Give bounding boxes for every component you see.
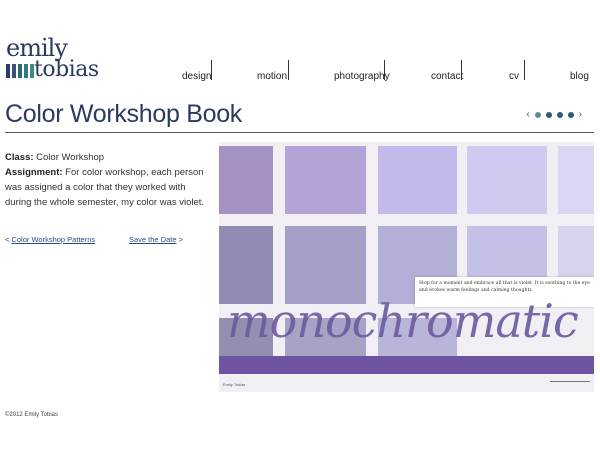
slide-dot[interactable] — [534, 112, 541, 118]
prev-slide-icon[interactable]: ‹ — [526, 110, 529, 120]
nav-divider — [288, 60, 289, 80]
color-swatch — [219, 226, 273, 304]
title-divider — [5, 132, 594, 133]
credit-divider — [550, 381, 590, 382]
slide-dot[interactable] — [556, 112, 563, 118]
color-swatch — [378, 146, 457, 214]
nav-item-contact[interactable]: contact — [431, 71, 463, 82]
nav-divider — [384, 60, 385, 80]
copyright: ©2012 Emily Tobias — [5, 412, 59, 418]
next-slide-icon[interactable]: › — [579, 110, 582, 120]
nav-item-blog[interactable]: blog — [570, 71, 589, 82]
next-project-link[interactable]: Save the Date — [129, 235, 177, 244]
next-project: Save the Date > — [129, 235, 183, 244]
nav-item-motion[interactable]: motion — [257, 71, 287, 82]
project-pager: < Color Workshop Patterns Save the Date … — [5, 235, 183, 244]
color-swatch — [285, 226, 366, 304]
color-swatch — [467, 146, 547, 214]
nav-divider — [211, 60, 212, 80]
prev-project: < Color Workshop Patterns — [5, 235, 95, 244]
slideshow-controls: ‹ › — [526, 110, 582, 120]
color-swatch — [558, 146, 594, 214]
violet-band — [219, 356, 594, 374]
color-swatch — [285, 146, 366, 214]
image-credit: Emily Tobias — [223, 382, 246, 387]
slide-dot[interactable] — [567, 112, 574, 118]
class-label: Class: — [5, 152, 34, 163]
nav-divider — [461, 60, 462, 80]
slide-dot[interactable] — [545, 112, 552, 118]
prev-project-link[interactable]: Color Workshop Patterns — [11, 235, 95, 244]
nav-item-photography[interactable]: photography — [334, 71, 390, 82]
color-swatch — [219, 146, 273, 214]
class-value: Color Workshop — [33, 152, 105, 163]
next-arrow: > — [176, 235, 183, 244]
project-description: Class: Color Workshop Assignment: For co… — [5, 150, 205, 210]
assignment-label: Assignment: — [5, 167, 63, 178]
page-title: Color Workshop Book — [5, 100, 243, 128]
main-nav: design motion photography contact cv blo… — [0, 0, 600, 90]
nav-item-cv[interactable]: cv — [509, 71, 519, 82]
project-image: Stop for a moment and embrace all that i… — [219, 142, 594, 392]
monochromatic-word: monochromatic — [227, 294, 579, 348]
nav-divider — [524, 60, 525, 80]
nav-item-design[interactable]: design — [182, 71, 211, 82]
